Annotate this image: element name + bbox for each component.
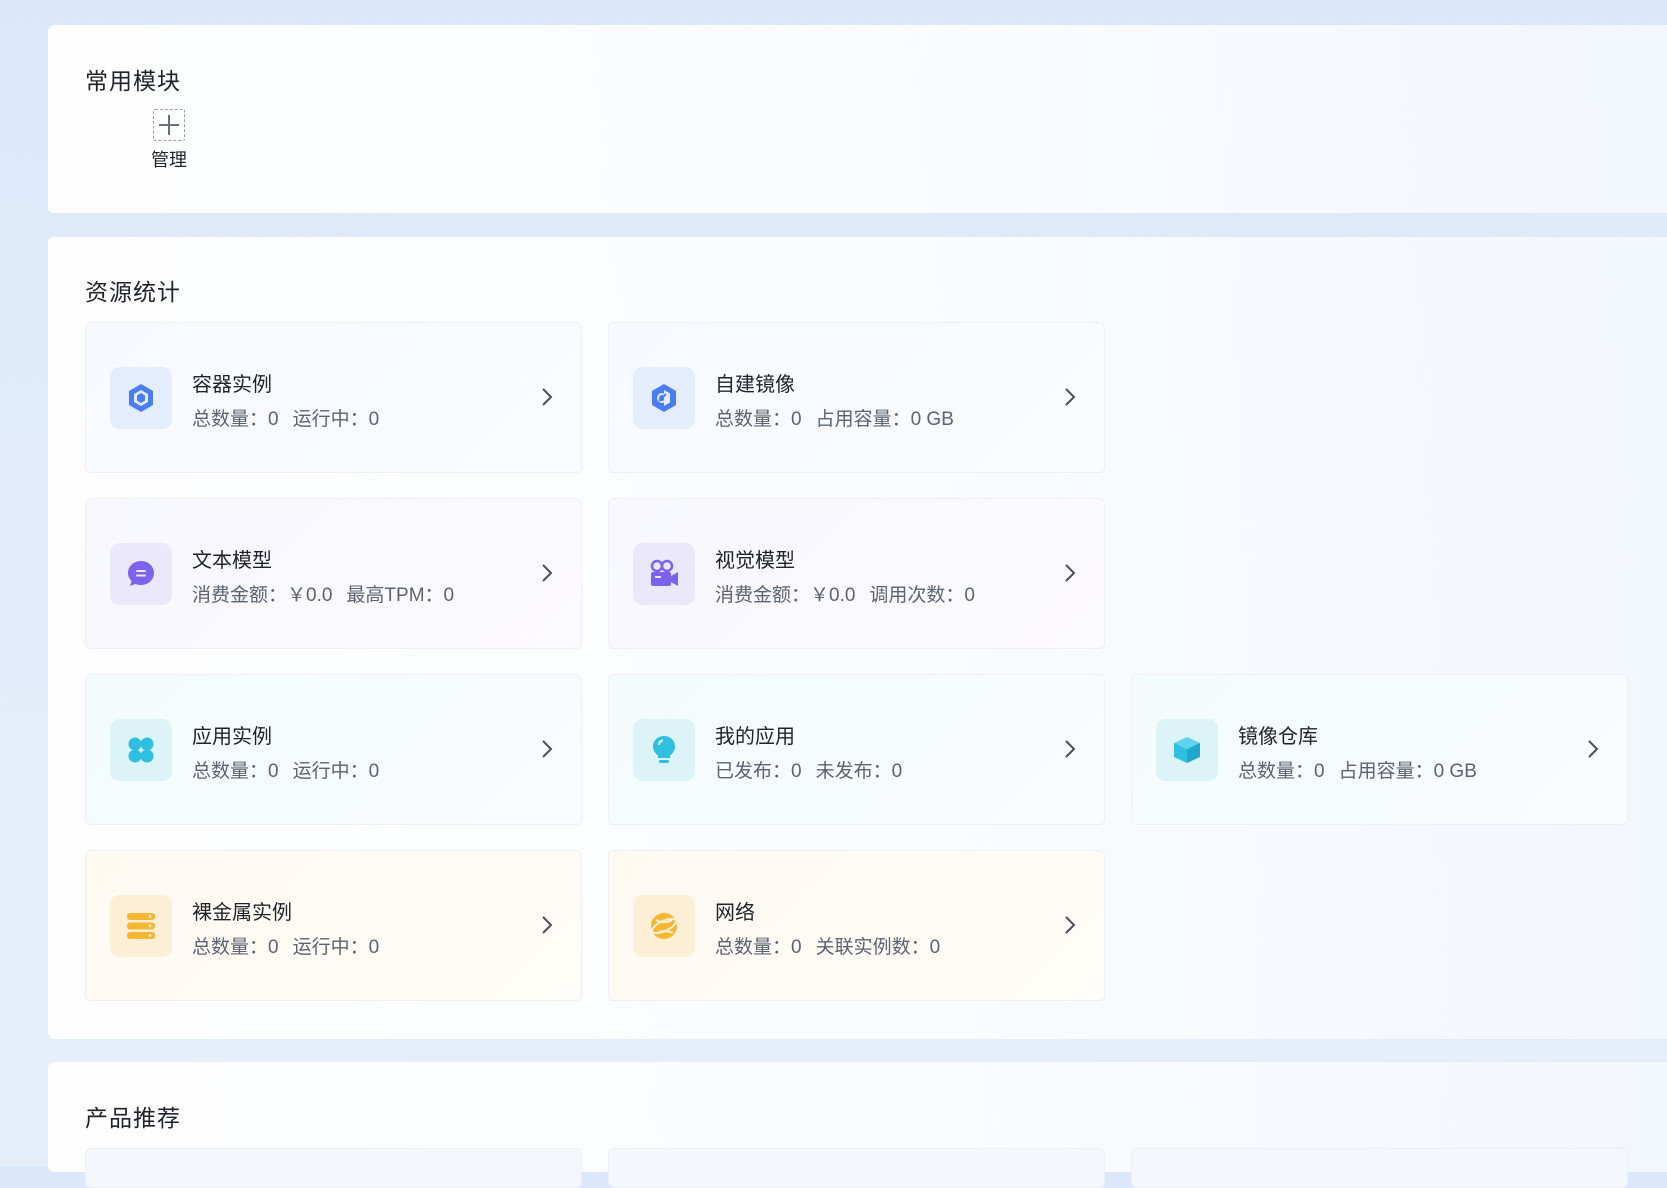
manage-modules-button[interactable]: 管理 bbox=[142, 109, 196, 172]
stat-cost: 消费金额：￥0.0 bbox=[192, 585, 333, 606]
manage-modules-label: 管理 bbox=[151, 150, 187, 170]
product-recommend-panel: 产品推荐 bbox=[48, 1062, 1667, 1188]
card-title: 容器实例 bbox=[192, 374, 272, 396]
image-layers-icon bbox=[633, 367, 695, 429]
chevron-right-icon bbox=[1065, 564, 1076, 582]
stat-unpublished: 未发布：0 bbox=[815, 761, 903, 782]
stat-linked-instances: 关联实例数：0 bbox=[815, 937, 941, 958]
resource-stats-title: 资源统计 bbox=[85, 279, 181, 305]
card-stats: 总数量：0 关联实例数：0 bbox=[715, 932, 940, 959]
card-stats: 已发布：0 未发布：0 bbox=[715, 756, 902, 783]
stat-capacity: 占用容量：0 GB bbox=[1338, 761, 1477, 782]
card-bare-metal[interactable]: 裸金属实例 总数量：0 运行中：0 bbox=[85, 850, 582, 1001]
plus-icon bbox=[153, 109, 185, 141]
product-card[interactable] bbox=[608, 1148, 1105, 1188]
chevron-right-icon bbox=[1065, 388, 1076, 406]
chevron-right-icon bbox=[542, 564, 553, 582]
card-title: 文本模型 bbox=[192, 550, 272, 572]
card-custom-image[interactable]: 自建镜像 总数量：0 占用容量：0 GB bbox=[608, 322, 1105, 473]
chevron-right-icon bbox=[542, 740, 553, 758]
card-title: 镜像仓库 bbox=[1238, 726, 1318, 748]
card-title: 我的应用 bbox=[715, 726, 795, 748]
stat-capacity: 占用容量：0 GB bbox=[815, 409, 954, 430]
chat-bubble-icon bbox=[110, 543, 172, 605]
server-icon bbox=[110, 895, 172, 957]
product-card[interactable] bbox=[1131, 1148, 1628, 1188]
card-title: 网络 bbox=[715, 902, 755, 924]
chevron-right-icon bbox=[1065, 916, 1076, 934]
card-container-instance[interactable]: 容器实例 总数量：0 运行中：0 bbox=[85, 322, 582, 473]
chevron-right-icon bbox=[542, 916, 553, 934]
common-modules-panel: 常用模块 管理 bbox=[48, 25, 1667, 213]
chevron-right-icon bbox=[1065, 740, 1076, 758]
box-icon bbox=[1156, 719, 1218, 781]
chevron-right-icon bbox=[542, 388, 553, 406]
card-stats: 总数量：0 占用容量：0 GB bbox=[1238, 756, 1477, 783]
card-stats: 总数量：0 运行中：0 bbox=[192, 932, 379, 959]
stat-cost: 消费金额：￥0.0 bbox=[715, 585, 856, 606]
stat-calls: 调用次数：0 bbox=[869, 585, 975, 606]
chevron-right-icon bbox=[1588, 740, 1599, 758]
stat-total: 总数量：0 bbox=[192, 761, 279, 782]
stat-total: 总数量：0 bbox=[715, 409, 802, 430]
card-stats: 总数量：0 运行中：0 bbox=[192, 756, 379, 783]
card-title: 应用实例 bbox=[192, 726, 272, 748]
product-card[interactable] bbox=[85, 1148, 582, 1188]
card-title: 自建镜像 bbox=[715, 374, 795, 396]
stat-published: 已发布：0 bbox=[715, 761, 802, 782]
stat-tpm: 最高TPM：0 bbox=[346, 585, 455, 606]
stat-total: 总数量：0 bbox=[192, 937, 279, 958]
stat-running: 运行中：0 bbox=[292, 409, 380, 430]
stat-total: 总数量：0 bbox=[715, 937, 802, 958]
stat-total: 总数量：0 bbox=[192, 409, 279, 430]
stat-total: 总数量：0 bbox=[1238, 761, 1325, 782]
common-modules-title: 常用模块 bbox=[85, 68, 181, 94]
video-camera-icon bbox=[633, 543, 695, 605]
card-text-model[interactable]: 文本模型 消费金额：￥0.0 最高TPM：0 bbox=[85, 498, 582, 649]
card-my-apps[interactable]: 我的应用 已发布：0 未发布：0 bbox=[608, 674, 1105, 825]
card-network[interactable]: 网络 总数量：0 关联实例数：0 bbox=[608, 850, 1105, 1001]
clover-icon bbox=[110, 719, 172, 781]
card-app-instance[interactable]: 应用实例 总数量：0 运行中：0 bbox=[85, 674, 582, 825]
card-stats: 消费金额：￥0.0 最高TPM：0 bbox=[192, 580, 454, 607]
card-image-registry[interactable]: 镜像仓库 总数量：0 占用容量：0 GB bbox=[1131, 674, 1628, 825]
card-stats: 总数量：0 占用容量：0 GB bbox=[715, 404, 954, 431]
stat-running: 运行中：0 bbox=[292, 761, 380, 782]
cube-icon bbox=[110, 367, 172, 429]
product-recommend-title: 产品推荐 bbox=[85, 1105, 181, 1131]
card-stats: 消费金额：￥0.0 调用次数：0 bbox=[715, 580, 975, 607]
resource-stats-panel: 资源统计 容器实例 总数量：0 运行中：0 自建镜像 总数量：0 占用容量：0 … bbox=[48, 237, 1667, 1039]
globe-icon bbox=[633, 895, 695, 957]
card-title: 视觉模型 bbox=[715, 550, 795, 572]
stat-running: 运行中：0 bbox=[292, 937, 380, 958]
lightbulb-icon bbox=[633, 719, 695, 781]
card-vision-model[interactable]: 视觉模型 消费金额：￥0.0 调用次数：0 bbox=[608, 498, 1105, 649]
card-stats: 总数量：0 运行中：0 bbox=[192, 404, 379, 431]
card-title: 裸金属实例 bbox=[192, 902, 292, 924]
